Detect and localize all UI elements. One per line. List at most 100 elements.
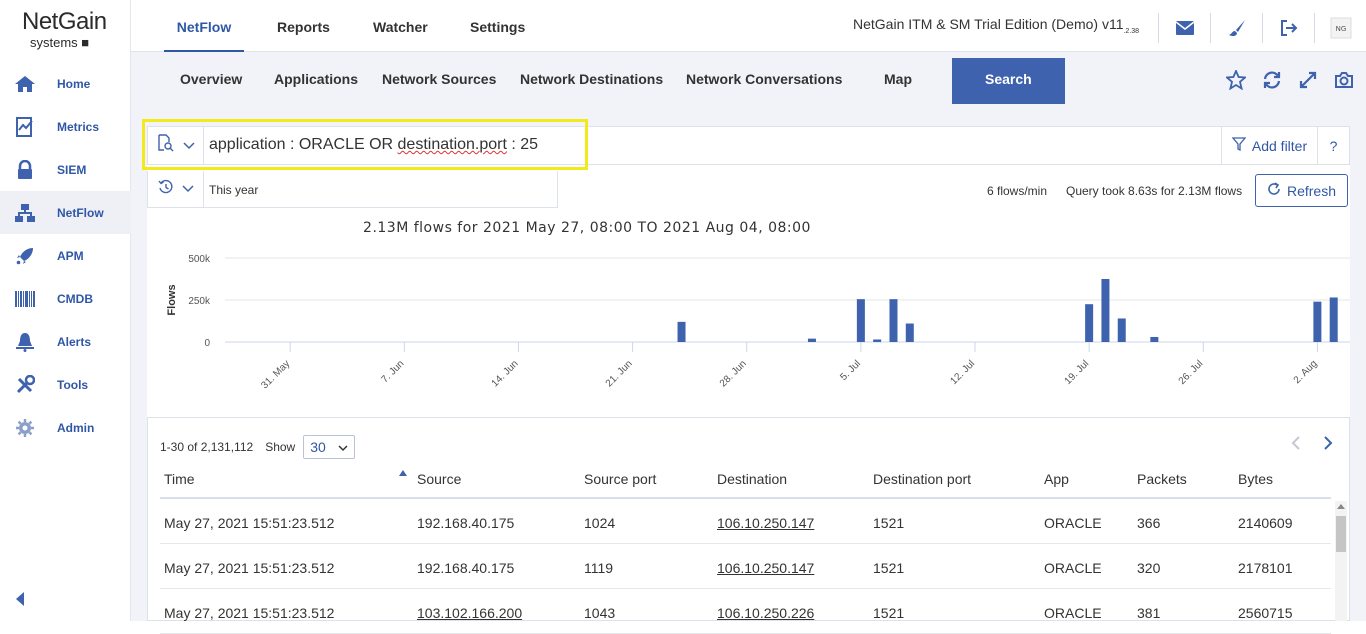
metrics-icon <box>14 116 36 138</box>
tab-map[interactable]: Map <box>884 58 912 104</box>
sidebar-item-alerts[interactable]: Alerts <box>0 320 131 363</box>
col-time[interactable]: Time <box>164 471 195 487</box>
col-app[interactable]: App <box>1044 471 1069 487</box>
home-icon <box>14 73 36 95</box>
prev-page-icon[interactable] <box>1291 436 1301 455</box>
sidebar-item-netflow[interactable]: NetFlow <box>0 191 131 234</box>
sort-asc-icon[interactable] <box>399 470 407 476</box>
cell-packets: 366 <box>1137 515 1161 531</box>
page-size-select[interactable]: 30 <box>303 435 356 459</box>
cell-source-link[interactable]: 103.102.166.200 <box>417 605 522 621</box>
tab-reports[interactable]: Reports <box>277 0 330 52</box>
chart-bar <box>905 323 914 342</box>
chart-bar <box>1085 304 1094 342</box>
svg-text:NG: NG <box>1335 25 1346 33</box>
x-tick-label: 5. Jul <box>838 358 863 383</box>
chart-bar <box>1313 301 1322 342</box>
x-tick-label: 26. Jul <box>1177 358 1206 387</box>
y-tick-label: 500k <box>188 254 211 265</box>
camera-icon[interactable] <box>1332 68 1356 92</box>
cell-packets: 381 <box>1137 605 1161 621</box>
mail-icon[interactable] <box>1158 13 1210 43</box>
add-filter-button[interactable]: Add filter <box>1221 127 1317 164</box>
chart-bar <box>1101 279 1110 342</box>
table-body: May 27, 2021 15:51:23.512 192.168.40.175… <box>160 499 1331 634</box>
tab-netflow[interactable]: NetFlow <box>164 0 244 52</box>
cell-destination-link[interactable]: 106.10.250.147 <box>717 560 814 576</box>
expand-icon[interactable] <box>1296 68 1320 92</box>
sidebar-item-apm[interactable]: APM <box>0 234 131 277</box>
logo-sub: systems ■ <box>30 35 90 50</box>
brush-icon[interactable] <box>1210 13 1262 43</box>
scroll-up-icon[interactable] <box>1337 504 1345 509</box>
sub-nav-icons <box>1224 68 1366 92</box>
scrollbar-thumb[interactable] <box>1336 516 1346 552</box>
x-tick-label: 19. Jul <box>1063 358 1092 387</box>
tab-applications[interactable]: Applications <box>274 58 358 104</box>
query-highlight-box <box>142 119 588 170</box>
cell-time: May 27, 2021 15:51:23.512 <box>164 515 335 531</box>
chart-bar <box>807 338 816 342</box>
col-destination-port[interactable]: Destination port <box>873 471 971 487</box>
table-scrollbar[interactable] <box>1335 501 1347 621</box>
sidebar-item-label: Metrics <box>57 119 100 134</box>
col-bytes[interactable]: Bytes <box>1238 471 1273 487</box>
refresh-button[interactable]: Refresh <box>1255 174 1348 207</box>
col-packets[interactable]: Packets <box>1137 471 1187 487</box>
time-history-dropdown[interactable] <box>148 171 204 207</box>
logo-name: NetGain <box>22 8 107 35</box>
x-tick-label: 2. Aug <box>1292 358 1320 386</box>
x-tick-label: 21. Jun <box>604 358 635 389</box>
table-row[interactable]: May 27, 2021 15:51:23.512 192.168.40.175… <box>160 544 1331 589</box>
collapse-sidebar-icon[interactable] <box>14 591 26 607</box>
sidebar: NetGain systems ■ Home Metrics SIEM NetF… <box>0 0 131 621</box>
time-range-label[interactable]: This year <box>209 183 258 197</box>
sidebar-item-admin[interactable]: Admin <box>0 406 131 449</box>
col-destination[interactable]: Destination <box>717 471 787 487</box>
table-row[interactable]: May 27, 2021 15:51:23.512 192.168.40.175… <box>160 499 1331 544</box>
cell-app: ORACLE <box>1044 560 1102 576</box>
y-tick-label: 0 <box>204 338 210 349</box>
chart-bar <box>1150 336 1159 342</box>
star-icon[interactable] <box>1224 68 1248 92</box>
show-label: Show <box>265 440 296 454</box>
top-icons: NG <box>1158 13 1366 43</box>
tab-watcher[interactable]: Watcher <box>373 0 428 52</box>
sub-nav: Overview Applications Network Sources Ne… <box>131 52 1366 110</box>
sidebar-item-tools[interactable]: Tools <box>0 363 131 406</box>
tab-network-conversations[interactable]: Network Conversations <box>686 58 842 104</box>
sidebar-item-siem[interactable]: SIEM <box>0 148 131 191</box>
cell-source: 192.168.40.175 <box>417 560 515 576</box>
tab-search[interactable]: Search <box>952 58 1065 104</box>
help-button[interactable]: ? <box>1317 127 1349 164</box>
col-source[interactable]: Source <box>417 471 461 487</box>
refresh-icon[interactable] <box>1260 68 1284 92</box>
sidebar-item-home[interactable]: Home <box>0 62 131 105</box>
cell-destination-port: 1521 <box>873 560 905 576</box>
cell-destination-link[interactable]: 106.10.250.147 <box>717 515 814 531</box>
chevron-down-icon <box>338 439 348 455</box>
cell-source-port: 1119 <box>584 560 614 576</box>
netgain-logo[interactable]: NetGain systems ■ <box>22 9 112 53</box>
x-tick-label: 28. Jun <box>718 358 749 389</box>
next-page-icon[interactable] <box>1323 436 1333 455</box>
sidebar-item-cmdb[interactable]: CMDB <box>0 277 131 320</box>
cell-destination-link[interactable]: 106.10.250.226 <box>717 605 814 621</box>
chart-bar <box>856 299 865 342</box>
flow-rate: 6 flows/min <box>987 184 1048 198</box>
tab-overview[interactable]: Overview <box>180 58 242 104</box>
tab-network-sources[interactable]: Network Sources <box>382 58 496 104</box>
table-row[interactable]: May 27, 2021 15:51:23.512 103.102.166.20… <box>160 589 1331 634</box>
x-tick-label: 7. Jun <box>379 358 406 385</box>
filter-icon <box>1231 137 1247 154</box>
time-range-picker: This year <box>147 171 558 208</box>
sidebar-item-metrics[interactable]: Metrics <box>0 105 131 148</box>
sidebar-item-label: NetFlow <box>57 205 104 220</box>
tab-settings[interactable]: Settings <box>470 0 525 52</box>
flows-table-panel: 1-30 of 2,131,112 Show 30 Time Source So… <box>147 417 1350 634</box>
col-source-port[interactable]: Source port <box>584 471 656 487</box>
user-avatar-icon[interactable]: NG <box>1314 13 1366 43</box>
cell-time: May 27, 2021 15:51:23.512 <box>164 605 335 621</box>
logout-icon[interactable] <box>1262 13 1314 43</box>
tab-network-destinations[interactable]: Network Destinations <box>520 58 663 104</box>
